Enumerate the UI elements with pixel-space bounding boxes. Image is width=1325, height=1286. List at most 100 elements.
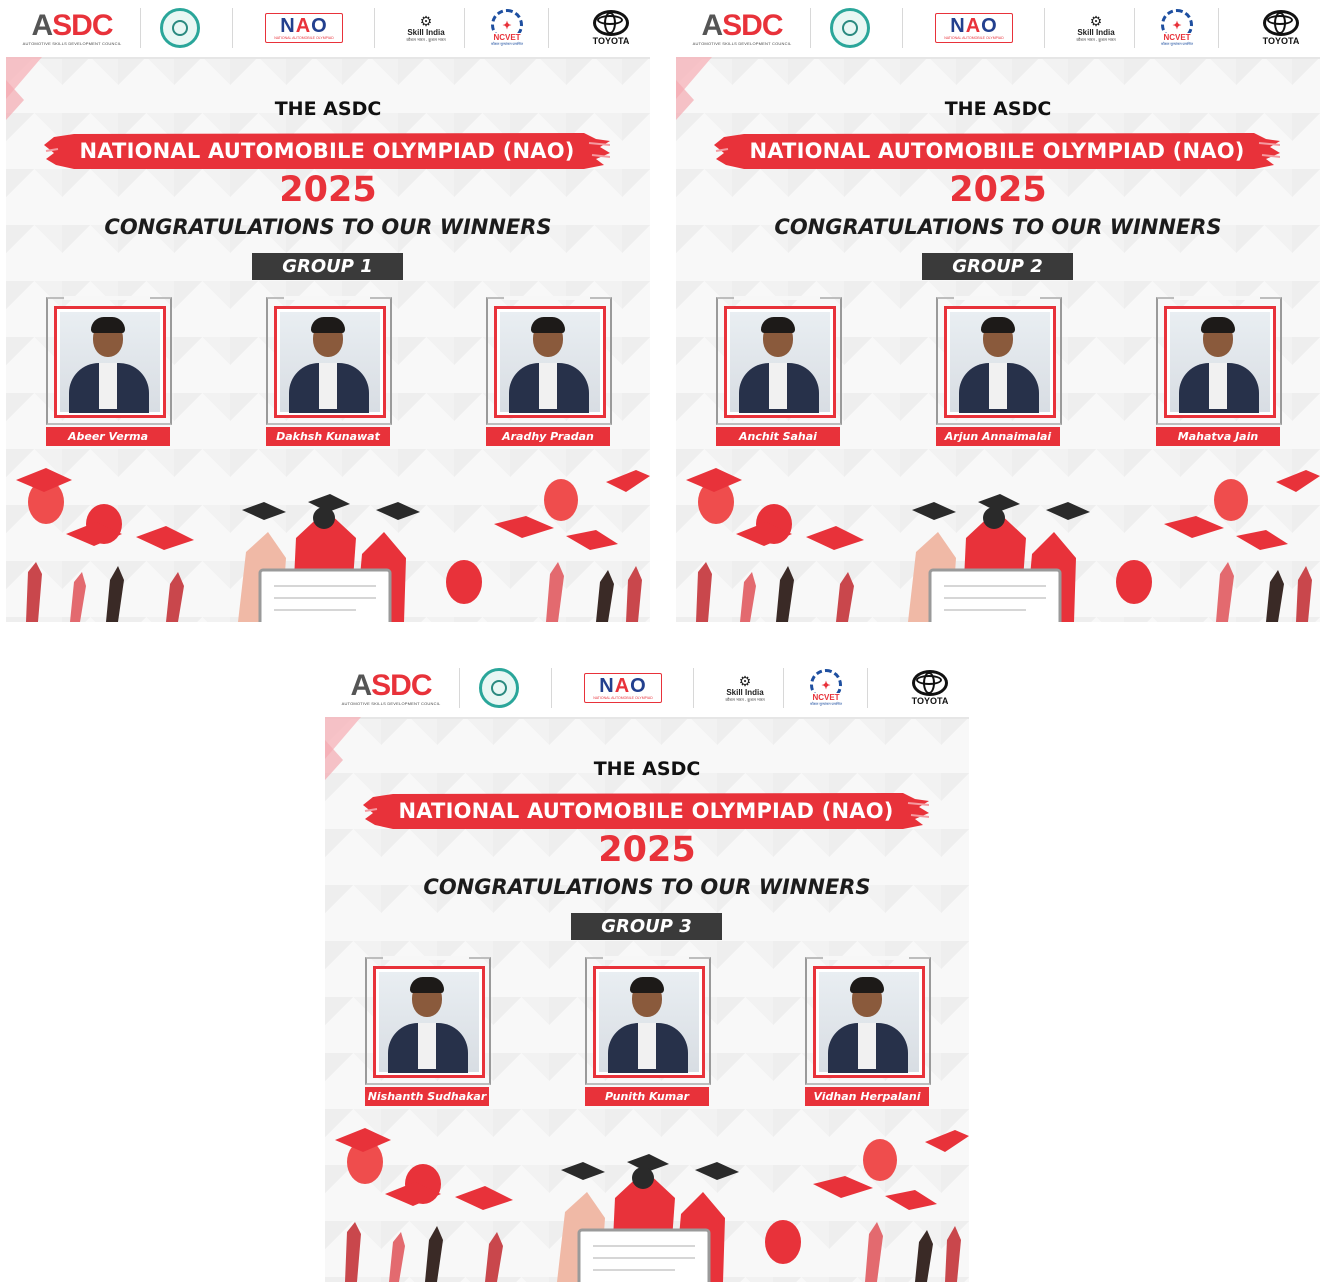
winner-card: Vidhan Herpalani — [805, 956, 931, 1112]
asdc-logo: ASDC AUTOMOTIVE SKILLS DEVELOPMENT COUNC… — [692, 8, 792, 46]
congrats-heading: CONGRATULATIONS TO OUR WINNERS — [774, 215, 1222, 239]
winner-name: Punith Kumar — [585, 1087, 709, 1106]
ncvet-logo: ✦ NCVET कौशल मूल्यांकन प्रमाणित — [799, 666, 853, 710]
nao-logo-subtitle: NATIONAL AUTOMOBILE OLYMPIAD — [274, 36, 334, 40]
divider — [1044, 8, 1045, 48]
divider — [548, 8, 549, 48]
title-banner: NATIONAL AUTOMOBILE OLYMPIAD (NAO) — [44, 131, 610, 171]
asdc-logo-subtitle: AUTOMOTIVE SKILLS DEVELOPMENT COUNCIL — [692, 40, 792, 46]
banner-text: NATIONAL AUTOMOBILE OLYMPIAD (NAO) — [79, 139, 575, 163]
divider — [1218, 8, 1219, 48]
toyota-logo: TOYOTA — [895, 666, 965, 710]
winner-name: Vidhan Herpalani — [805, 1087, 929, 1106]
divider — [810, 8, 811, 48]
ncvet-label: NCVET — [1162, 33, 1192, 42]
winner-name: Anchit Sahai — [716, 427, 840, 446]
asdc-logo-subtitle: AUTOMOTIVE SKILLS DEVELOPMENT COUNCIL — [22, 40, 122, 46]
ncvet-label: NCVET — [492, 33, 522, 42]
title-banner: NATIONAL AUTOMOBILE OLYMPIAD (NAO) — [363, 791, 929, 831]
group-label: GROUP 1 — [252, 253, 403, 280]
banner-text: NATIONAL AUTOMOBILE OLYMPIAD (NAO) — [749, 139, 1245, 163]
congrats-heading: CONGRATULATIONS TO OUR WINNERS — [423, 875, 871, 899]
logo-bar: ASDC AUTOMOTIVE SKILLS DEVELOPMENT COUNC… — [325, 660, 969, 719]
group-label: GROUP 3 — [571, 913, 722, 940]
celebration-illustration — [686, 468, 1320, 622]
toyota-logo: TOYOTA — [1246, 6, 1316, 50]
poster-group-3: ASDC AUTOMOTIVE SKILLS DEVELOPMENT COUNC… — [325, 660, 969, 1282]
logo-bar: ASDC AUTOMOTIVE SKILLS DEVELOPMENT COUNC… — [6, 0, 650, 59]
nao-logo: NAO NATIONAL AUTOMOBILE OLYMPIAD — [254, 6, 354, 50]
divider — [551, 668, 552, 708]
celebration-illustration — [335, 1128, 969, 1282]
winner-name: Dakhsh Kunawat — [266, 427, 390, 446]
winner-photo — [494, 306, 606, 418]
toyota-logo: TOYOTA — [576, 6, 646, 50]
winner-photo — [54, 306, 166, 418]
nao-logo-subtitle: NATIONAL AUTOMOBILE OLYMPIAD — [944, 36, 1004, 40]
ncvet-subtitle: कौशल मूल्यांकन प्रमाणित — [491, 42, 523, 46]
nao-logo-subtitle: NATIONAL AUTOMOBILE OLYMPIAD — [593, 696, 653, 700]
skill-india-label: Skill India — [407, 27, 445, 37]
divider — [1134, 8, 1135, 48]
skill-india-logo: ⚙ Skill India कौशल भारत - कुशल भारत — [1068, 6, 1124, 50]
asdc-logo: ASDC AUTOMOTIVE SKILLS DEVELOPMENT COUNC… — [341, 668, 441, 706]
winner-name: Aradhy Pradan — [486, 427, 610, 446]
nao-logo: NAO NATIONAL AUTOMOBILE OLYMPIAD — [573, 666, 673, 710]
winner-name: Arjun Annaimalai — [936, 427, 1060, 446]
divider — [464, 8, 465, 48]
winner-photo — [944, 306, 1056, 418]
year: 2025 — [598, 830, 696, 870]
winner-photo — [724, 306, 836, 418]
divider — [140, 8, 141, 48]
skill-india-subtitle: कौशल भारत - कुशल भारत — [406, 36, 446, 42]
year: 2025 — [279, 170, 377, 210]
banner-text: NATIONAL AUTOMOBILE OLYMPIAD (NAO) — [398, 799, 894, 823]
skill-india-gear-icon: ⚙ — [738, 672, 752, 689]
group-label: GROUP 2 — [922, 253, 1073, 280]
winner-card: Mahatva Jain — [1156, 296, 1282, 452]
poster-pretitle: THE ASDC — [593, 758, 701, 780]
year: 2025 — [949, 170, 1047, 210]
toyota-emblem-icon — [912, 670, 948, 696]
asdc-logo: ASDC AUTOMOTIVE SKILLS DEVELOPMENT COUNC… — [22, 8, 122, 46]
divider — [693, 668, 694, 708]
poster-group-1: ASDC AUTOMOTIVE SKILLS DEVELOPMENT COUNC… — [6, 0, 650, 622]
skill-india-logo: ⚙ Skill India कौशल भारत - कुशल भारत — [717, 666, 773, 710]
skill-india-logo: ⚙ Skill India कौशल भारत - कुशल भारत — [398, 6, 454, 50]
asdc-logo-subtitle: AUTOMOTIVE SKILLS DEVELOPMENT COUNCIL — [341, 700, 441, 706]
skill-india-subtitle: कौशल भारत - कुशल भारत — [725, 696, 765, 702]
poster-pretitle: THE ASDC — [944, 98, 1052, 120]
toyota-emblem-icon — [593, 10, 629, 36]
ncvet-logo: ✦ NCVET कौशल मूल्यांकन प्रमाणित — [480, 6, 534, 50]
toyota-label: TOYOTA — [592, 36, 630, 46]
divider — [867, 668, 868, 708]
winner-card: Dakhsh Kunawat — [266, 296, 392, 452]
divider — [783, 668, 784, 708]
winner-photo — [274, 306, 386, 418]
divider — [374, 8, 375, 48]
cbse-emblem-icon — [158, 6, 202, 50]
logo-bar: ASDC AUTOMOTIVE SKILLS DEVELOPMENT COUNC… — [676, 0, 1320, 59]
winner-name: Abeer Verma — [46, 427, 170, 446]
winner-photo — [593, 966, 705, 1078]
toyota-emblem-icon — [1263, 10, 1299, 36]
cbse-emblem-icon — [477, 666, 521, 710]
nao-logo: NAO NATIONAL AUTOMOBILE OLYMPIAD — [924, 6, 1024, 50]
winner-name: Mahatva Jain — [1156, 427, 1280, 446]
skill-india-gear-icon: ⚙ — [1089, 12, 1103, 29]
skill-india-gear-icon: ⚙ — [419, 12, 433, 29]
poster-pretitle: THE ASDC — [274, 98, 382, 120]
ncvet-subtitle: कौशल मूल्यांकन प्रमाणित — [810, 702, 842, 706]
title-banner: NATIONAL AUTOMOBILE OLYMPIAD (NAO) — [714, 131, 1280, 171]
winner-name: Nishanth Sudhakar — [365, 1087, 489, 1106]
winner-card: Anchit Sahai — [716, 296, 842, 452]
skill-india-subtitle: कौशल भारत - कुशल भारत — [1076, 36, 1116, 42]
skill-india-label: Skill India — [1077, 27, 1115, 37]
winner-card: Punith Kumar — [585, 956, 711, 1112]
divider — [459, 668, 460, 708]
winner-card: Arjun Annaimalai — [936, 296, 1062, 452]
poster-group-2: ASDC AUTOMOTIVE SKILLS DEVELOPMENT COUNC… — [676, 0, 1320, 622]
toyota-label: TOYOTA — [1262, 36, 1300, 46]
skill-india-label: Skill India — [726, 687, 764, 697]
ncvet-logo: ✦ NCVET कौशल मूल्यांकन प्रमाणित — [1150, 6, 1204, 50]
